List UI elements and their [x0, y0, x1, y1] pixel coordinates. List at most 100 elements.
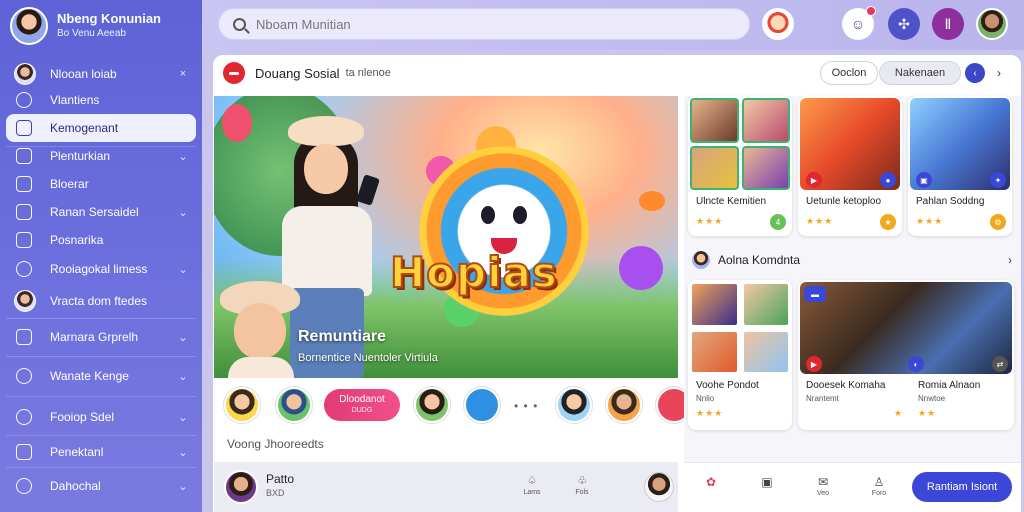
card-thumbnail — [800, 282, 1012, 374]
profile-subtitle: Bo Venu Aeeab — [57, 28, 126, 39]
calendar-button[interactable]: ▣ — [754, 475, 780, 489]
user-avatar-button[interactable] — [976, 8, 1008, 40]
chevron-down-icon[interactable]: ⌄ — [176, 446, 190, 459]
live-icon: ▶ — [806, 356, 822, 372]
card-subtitle: Nnlio — [696, 394, 715, 403]
top-bar: ☺ ✣ Ⅱ — [202, 0, 1024, 50]
search-bar[interactable] — [218, 8, 750, 40]
sidebar-divider — [6, 435, 196, 436]
mail-icon: ✉ — [817, 475, 829, 489]
profile-avatar[interactable] — [10, 7, 48, 45]
rating-stars: ★★ — [918, 408, 937, 418]
sidebar-item-9[interactable]: Marnara Grprelh ⌄ — [6, 323, 196, 351]
story-avatar[interactable] — [464, 387, 500, 423]
profile-button[interactable]: ♙ Foro — [866, 475, 892, 497]
hero-subtitle: Bornentice Nuentoler Virtiula — [298, 352, 438, 364]
chat-button[interactable]: ☺ — [842, 6, 876, 40]
story-avatar[interactable] — [224, 387, 260, 423]
community-card[interactable]: ▣ ✦ Pahlan Soddng ★★★ ⚙ — [908, 96, 1012, 236]
more-dots[interactable]: • • • — [514, 399, 538, 413]
card-title: Pahlan Soddng — [916, 196, 985, 207]
sidebar-item-label: Fooiop Sdel — [50, 410, 115, 424]
close-icon[interactable]: × — [176, 68, 190, 80]
next-button[interactable]: › — [989, 63, 1009, 83]
section-avatar-icon — [692, 251, 710, 269]
rating-stars: ★★★ — [806, 216, 834, 226]
search-input[interactable] — [256, 16, 716, 32]
sidebar-item-2[interactable]: Kemogenant — [6, 114, 196, 142]
sidebar-divider — [6, 467, 196, 468]
player-sub: BXD — [266, 488, 285, 498]
square-icon — [16, 120, 32, 136]
pause-button[interactable]: Ⅱ — [932, 8, 964, 40]
hero-logo-text: Hopias — [389, 247, 558, 298]
rating-stars: ★ — [894, 408, 904, 418]
message-button[interactable]: ✉ Veo — [810, 475, 836, 497]
square-icon — [16, 148, 32, 164]
story-avatar[interactable] — [414, 387, 450, 423]
page-title: Douang Sosial — [255, 65, 340, 81]
square-icon — [16, 329, 32, 345]
avatar-icon — [14, 290, 36, 312]
story-avatar[interactable] — [606, 387, 642, 423]
sidebar-item-6[interactable]: Posnarika — [6, 226, 196, 254]
chevron-down-icon[interactable]: ⌄ — [176, 150, 190, 163]
sidebar-item-label: Posnarika — [50, 233, 104, 247]
sidebar-item-4[interactable]: Bloerar — [6, 170, 196, 198]
filter-pill-active[interactable]: Nakenaen — [879, 61, 961, 85]
hero-banner[interactable]: Hopias Remuntiare Bornentice Nuentoler V… — [214, 96, 678, 378]
game-button[interactable]: ✣ — [888, 8, 920, 40]
clown-avatar-button[interactable] — [762, 8, 794, 40]
circle-icon — [16, 368, 32, 384]
cycle-button[interactable]: ‹ — [965, 63, 985, 83]
card-title: Ulncte Kemitien — [696, 196, 767, 207]
sidebar-item-label: Penektanl — [50, 445, 104, 459]
filter-pill[interactable]: Ooclon — [820, 61, 878, 85]
sidebar-item-label: Nlooan loiab — [50, 67, 117, 81]
sidebar-profile[interactable]: Nbeng Konunian Bo Venu Aeeab — [10, 6, 200, 46]
content-card[interactable]: Voohe Pondot Nnlio ★★★ — [688, 280, 792, 430]
sidebar-item-12[interactable]: Penektanl ⌄ — [6, 438, 196, 466]
player-avatar[interactable] — [224, 470, 258, 504]
chevron-down-icon[interactable]: ⌄ — [176, 411, 190, 424]
sidebar-divider — [6, 396, 196, 397]
card-title: Voohe Pondot — [696, 380, 759, 391]
sidebar-item-13[interactable]: Dahochal ⌄ — [6, 472, 196, 500]
chevron-down-icon[interactable]: ⌄ — [176, 370, 190, 383]
avatar-icon — [14, 63, 36, 85]
sidebar: Nbeng Konunian Bo Venu Aeeab Nlooan loia… — [0, 0, 202, 512]
live-pill-button[interactable]: Dloodanot DUDG — [324, 389, 400, 421]
community-card[interactable]: ▶ ● Uetunle ketoploo ★★★ ★ — [798, 96, 902, 236]
live-icon[interactable] — [223, 62, 245, 84]
sidebar-item-11[interactable]: Fooiop Sdel ⌄ — [6, 403, 196, 431]
story-avatar[interactable] — [276, 387, 312, 423]
chevron-down-icon[interactable]: ⌄ — [176, 263, 190, 276]
sidebar-item-5[interactable]: Ranan Sersaidel ⌄ — [6, 198, 196, 226]
balloon-illustration — [619, 246, 663, 290]
sidebar-item-7[interactable]: Rooiagokal limess ⌄ — [6, 255, 196, 283]
chevron-down-icon[interactable]: ⌄ — [176, 206, 190, 219]
chevron-down-icon[interactable]: ⌄ — [176, 480, 190, 493]
sidebar-item-0[interactable]: Nlooan loiab × — [6, 60, 196, 88]
folder-icon: ♧ — [577, 475, 587, 487]
chevron-right-icon[interactable]: › — [1008, 253, 1012, 267]
sidebar-item-8[interactable]: Vracta dom ftedes — [6, 287, 196, 315]
bell-icon: ♤ — [527, 475, 537, 487]
section-header[interactable]: Aolna Komdnta › — [692, 248, 1012, 272]
sidebar-item-1[interactable]: Vlantiens — [6, 86, 196, 114]
chevron-down-icon[interactable]: ⌄ — [176, 331, 190, 344]
primary-action-button[interactable]: Rantiam Isiont — [912, 472, 1012, 502]
sidebar-item-label: Bloerar — [50, 177, 89, 191]
sidebar-item-10[interactable]: Wanate Kenge ⌄ — [6, 362, 196, 390]
story-avatar[interactable] — [556, 387, 592, 423]
content-card-wide[interactable]: ▬ ▶ ◐ ⇄ Dooesek Komaha Nrantemt ★ Romia … — [798, 280, 1014, 430]
sidebar-item-3[interactable]: Plenturkian ⌄ — [6, 142, 196, 170]
sidebar-item-label: Ranan Sersaidel — [50, 205, 139, 219]
player-avatar-2[interactable] — [644, 472, 674, 502]
folder-button[interactable]: ♧ Fols — [568, 474, 596, 496]
gamepad-icon: ✣ — [898, 15, 910, 32]
square-icon — [16, 232, 32, 248]
bell-button[interactable]: ♤ Lams — [518, 474, 546, 496]
community-card[interactable]: Ulncte Kemitien ★★★ 4 — [688, 96, 792, 236]
favorite-button[interactable]: ✿ — [698, 475, 724, 489]
